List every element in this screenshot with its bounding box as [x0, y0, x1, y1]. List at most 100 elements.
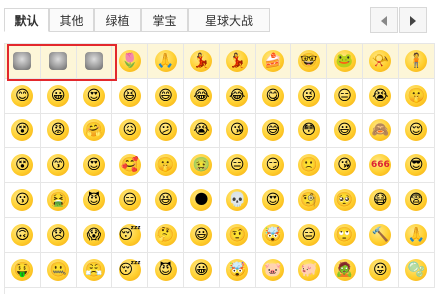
emoji-cell[interactable]: 💃: [183, 44, 220, 79]
emoji-cell[interactable]: 🍰: [255, 44, 292, 79]
emoji-cell[interactable]: 🙁: [291, 148, 328, 184]
emoji-cell[interactable]: 🤔: [148, 217, 184, 253]
emoji-cell[interactable]: 😤: [76, 252, 113, 288]
emoji-cell[interactable]: 😭: [183, 113, 220, 149]
emoji-cell[interactable]: 🐱: [40, 44, 77, 79]
emoji-cell[interactable]: 🧟: [327, 252, 363, 288]
emoji-cell[interactable]: 💃: [219, 44, 256, 79]
emoji-cell[interactable]: 😨: [398, 183, 435, 218]
emoji-cell[interactable]: 😗: [5, 183, 41, 218]
emoji-cell[interactable]: 🤓: [291, 44, 328, 79]
emoji-cell[interactable]: 🧍: [398, 44, 435, 79]
emoji-cell[interactable]: 😈: [148, 252, 184, 288]
emoji-cell[interactable]: 😘: [219, 113, 256, 149]
emoji-cell[interactable]: 😂: [219, 78, 256, 114]
emoji-cell[interactable]: 😳: [291, 113, 328, 149]
tab-zhangbao[interactable]: 掌宝: [141, 8, 188, 32]
emoji-cell[interactable]: 🤨: [219, 217, 256, 253]
emoji-cell[interactable]: 🤢: [183, 148, 220, 184]
emoji-cell[interactable]: 🐷: [255, 252, 292, 288]
emoji-cell[interactable]: 🫧: [398, 252, 435, 288]
emoji-cell[interactable]: 🧐: [291, 183, 328, 218]
emoji-cell[interactable]: 😋: [255, 78, 292, 114]
emoji-icon: 😖: [118, 119, 141, 142]
emoji-cell[interactable]: 😄: [148, 78, 184, 114]
emoji-cell[interactable]: 🙏: [398, 217, 435, 253]
emoji-cell[interactable]: 🙈: [362, 113, 399, 149]
emoji-cell[interactable]: 🔨: [362, 217, 399, 253]
emoji-cell[interactable]: 🤮: [40, 183, 77, 218]
emoji-cell[interactable]: 😙: [40, 148, 77, 184]
emoji-cell[interactable]: 😭: [362, 78, 399, 114]
emoji-cell[interactable]: 😷: [362, 183, 399, 218]
emoji-cell[interactable]: 🙃: [5, 217, 41, 253]
emoji-icon: 🐶: [83, 50, 105, 72]
emoji-cell[interactable]: 🥺: [327, 183, 363, 218]
emoji-cell[interactable]: 🙄: [327, 217, 363, 253]
emoji-cell[interactable]: 😑: [219, 148, 256, 184]
next-page-button[interactable]: [399, 7, 427, 33]
tab-plants[interactable]: 绿植: [94, 8, 141, 32]
emoji-cell[interactable]: 😍: [76, 78, 113, 114]
tab-default[interactable]: 默认: [4, 8, 49, 32]
emoji-cell[interactable]: 🤫: [148, 148, 184, 184]
emoji-cell[interactable]: 😑: [291, 217, 328, 253]
emoji-cell[interactable]: 😈: [76, 183, 113, 218]
emoji-cell[interactable]: 😎: [398, 148, 435, 184]
emoji-cell[interactable]: 😘: [327, 148, 363, 184]
emoji-cell[interactable]: 😑: [112, 183, 149, 218]
emoji-cell[interactable]: 😃: [183, 217, 220, 253]
emoji-cell[interactable]: 😞: [40, 217, 77, 253]
emoji-cell[interactable]: 😱: [76, 217, 113, 253]
emoji-cell[interactable]: 😊: [5, 78, 41, 114]
emoji-cell[interactable]: 666: [362, 148, 399, 184]
emoji-cell[interactable]: 😡: [40, 113, 77, 149]
emoji-icon: 😃: [333, 119, 356, 142]
emoji-cell[interactable]: 🤑: [5, 252, 41, 288]
emoji-cell[interactable]: 😑: [327, 78, 363, 114]
emoji-cell[interactable]: 😴: [112, 217, 149, 253]
emoji-cell[interactable]: 🥰: [112, 148, 149, 184]
tab-star-wars[interactable]: 星球大战: [188, 8, 270, 32]
emoji-cell[interactable]: 😵: [5, 148, 41, 184]
emoji-icon: 🙏: [154, 49, 177, 72]
emoji-cell[interactable]: 😏: [255, 148, 292, 184]
emoji-cell[interactable]: 😛: [362, 252, 399, 288]
prev-page-button[interactable]: [370, 7, 398, 33]
emoji-cell[interactable]: 🐸: [327, 44, 363, 79]
emoji-cell[interactable]: 📯: [362, 44, 399, 79]
emoji-icon: 🐷: [261, 258, 284, 281]
emoji-cell[interactable]: 😂: [183, 78, 220, 114]
emoji-cell[interactable]: 😴: [112, 252, 149, 288]
emoji-cell[interactable]: 🤯: [219, 252, 256, 288]
emoji-cell[interactable]: 🐶: [76, 44, 113, 79]
emoji-cell[interactable]: 🤐: [40, 252, 77, 288]
emoji-cell[interactable]: 🤫: [398, 78, 435, 114]
emoji-cell[interactable]: 🙏: [148, 44, 184, 79]
emoji-cell[interactable]: 😀: [40, 78, 77, 114]
emoji-cell[interactable]: 🐖: [291, 252, 328, 288]
emoji-icon: 😴: [119, 223, 141, 246]
emoji-cell[interactable]: 😃: [327, 113, 363, 149]
emoji-cell[interactable]: 😵: [5, 113, 41, 149]
emoji-icon: 😆: [118, 84, 141, 107]
emoji-cell[interactable]: 😜: [291, 78, 328, 114]
emoji-cell[interactable]: 😌: [398, 113, 435, 149]
emoji-cell[interactable]: 😍: [76, 148, 113, 184]
emoji-cell[interactable]: 😆: [112, 78, 149, 114]
tab-other[interactable]: 其他: [49, 8, 94, 32]
emoji-cell[interactable]: 😖: [112, 113, 149, 149]
emoji-cell[interactable]: 😍: [255, 183, 292, 218]
emoji-cell[interactable]: 😕: [148, 113, 184, 149]
emoji-cell[interactable]: 💀: [219, 183, 256, 218]
emoji-icon: 😑: [226, 154, 249, 177]
emoji-cell[interactable]: 😅: [255, 113, 292, 149]
emoji-cell[interactable]: 🌑: [183, 183, 220, 218]
emoji-cell[interactable]: 😆: [148, 183, 184, 218]
emoji-cell[interactable]: 🤯: [255, 217, 292, 253]
emoji-cell[interactable]: 😀: [183, 252, 220, 288]
emoji-icon: 😂: [190, 84, 213, 107]
emoji-cell[interactable]: 🤗: [76, 113, 113, 149]
emoji-cell[interactable]: 🌷: [112, 44, 149, 79]
emoji-cell[interactable]: 🐼: [5, 44, 41, 79]
